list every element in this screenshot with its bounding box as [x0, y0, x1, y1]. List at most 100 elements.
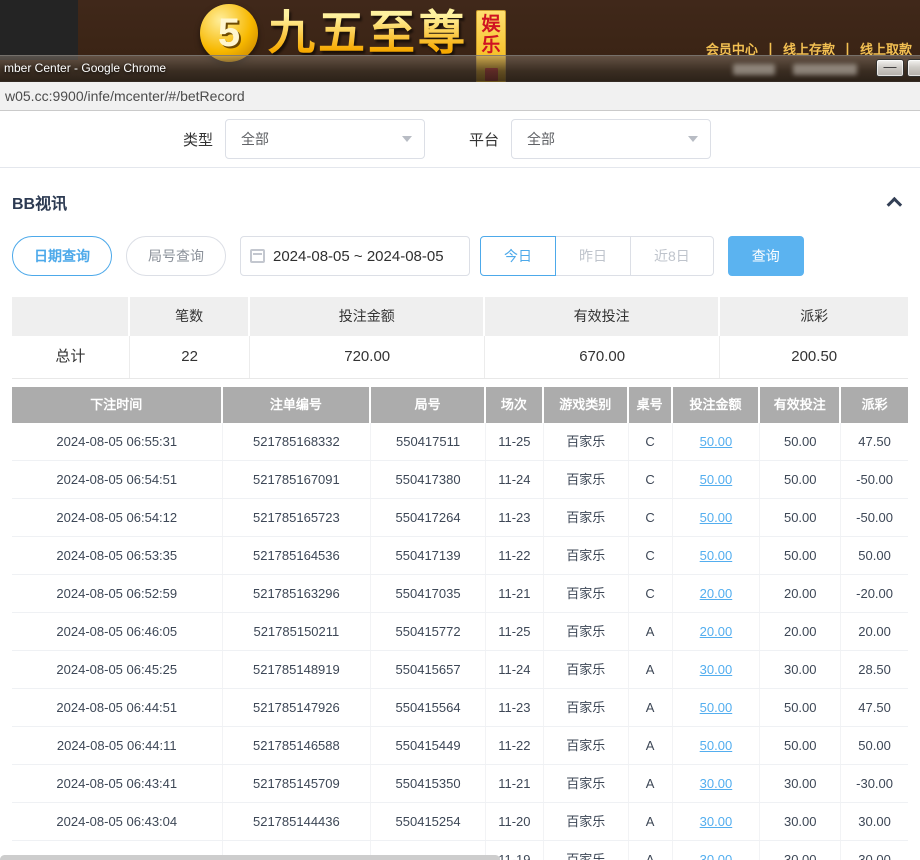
bet-record-table: 下注时间 注单编号 局号 场次 游戏类别 桌号 投注金额 有效投注 派彩 202… [12, 387, 908, 860]
cell-bet-time: 2024-08-05 06:54:12 [12, 499, 223, 536]
cell-round-no: 550415564 [371, 689, 486, 726]
bet-table-body: 2024-08-05 06:55:31 521785168332 5504175… [12, 423, 908, 860]
bet-amount-link[interactable]: 50.00 [700, 434, 733, 449]
horizontal-scrollbar-thumb[interactable] [0, 855, 500, 860]
summary-total-row: 总计 22 720.00 670.00 200.50 [12, 336, 908, 379]
type-select[interactable]: 全部 [225, 119, 425, 159]
url-bar[interactable]: w05.cc:9900/infe/mcenter/#/betRecord [0, 82, 920, 111]
cell-session: 11-22 [486, 537, 544, 574]
today-button[interactable]: 今日 [480, 236, 556, 276]
cell-session: 11-21 [486, 765, 544, 802]
bet-amount-link[interactable]: 50.00 [700, 548, 733, 563]
bet-amount-link[interactable]: 30.00 [700, 814, 733, 829]
cell-order-no: 521785168332 [223, 423, 372, 460]
cell-session: 11-23 [486, 689, 544, 726]
platform-select-value: 全部 [527, 129, 555, 149]
platform-select[interactable]: 全部 [511, 119, 711, 159]
cell-table-no: C [629, 499, 673, 536]
summary-header-row: 笔数 投注金额 有效投注 派彩 [12, 297, 908, 336]
summary-header-bet-amount: 投注金额 [250, 297, 484, 336]
date-range-input[interactable]: 2024-08-05 ~ 2024-08-05 [240, 236, 470, 276]
cell-order-no: 521785164536 [223, 537, 372, 574]
bet-amount-link[interactable]: 30.00 [700, 852, 733, 860]
cell-game-type: 百家乐 [544, 651, 629, 688]
cell-table-no: A [629, 689, 673, 726]
cell-session: 11-24 [486, 651, 544, 688]
cell-session: 11-21 [486, 575, 544, 612]
cell-payout: -20.00 [841, 575, 908, 612]
bet-amount-link[interactable]: 20.00 [700, 586, 733, 601]
popup-window: mber Center - Google Chrome — w05.cc:990… [0, 55, 920, 860]
cell-payout: 20.00 [841, 613, 908, 650]
cell-bet-time: 2024-08-05 06:54:51 [12, 461, 223, 498]
cell-order-no: 521785145709 [223, 765, 372, 802]
col-header-round-no: 局号 [371, 387, 486, 423]
summary-payout-value: 200.50 [720, 336, 908, 378]
chevron-down-icon [402, 136, 412, 142]
cell-valid-bet: 50.00 [760, 537, 841, 574]
cell-payout: 30.00 [841, 841, 908, 860]
cell-table-no: C [629, 423, 673, 460]
date-query-tab[interactable]: 日期查询 [12, 236, 112, 276]
cell-valid-bet: 50.00 [760, 461, 841, 498]
section-title: BB视讯 [12, 190, 67, 214]
cell-bet-time: 2024-08-05 06:44:11 [12, 727, 223, 764]
bet-amount-link[interactable]: 50.00 [700, 510, 733, 525]
cell-payout: -30.00 [841, 765, 908, 802]
cell-order-no: 521785147926 [223, 689, 372, 726]
chevron-down-icon [688, 136, 698, 142]
cell-table-no: A [629, 841, 673, 860]
cell-payout: 47.50 [841, 689, 908, 726]
round-query-tab[interactable]: 局号查询 [126, 236, 226, 276]
table-row: 2024-08-05 06:52:59 521785163296 5504170… [12, 575, 908, 613]
summary-header-payout: 派彩 [720, 297, 908, 336]
logo-brand-text: 九五至尊 [268, 4, 468, 62]
bet-amount-link[interactable]: 30.00 [700, 662, 733, 677]
cell-game-type: 百家乐 [544, 575, 629, 612]
cell-payout: 28.50 [841, 651, 908, 688]
summary-bet-amount-value: 720.00 [250, 336, 484, 378]
col-header-order-no: 注单编号 [223, 387, 372, 423]
minimize-button[interactable]: — [876, 59, 904, 77]
search-button[interactable]: 查询 [728, 236, 804, 276]
cell-bet-time: 2024-08-05 06:46:05 [12, 613, 223, 650]
cell-table-no: C [629, 461, 673, 498]
table-row: 2024-08-05 06:54:12 521785165723 5504172… [12, 499, 908, 537]
bet-amount-link[interactable]: 50.00 [700, 700, 733, 715]
window-titlebar[interactable]: mber Center - Google Chrome — [0, 55, 920, 82]
cell-order-no: 521785150211 [223, 613, 372, 650]
section-header: BB视讯 [0, 168, 920, 214]
page-content: 类型 全部 平台 全部 BB视讯 日期查询 局号查询 2024-08-05 ~ … [0, 111, 920, 860]
bet-amount-link[interactable]: 20.00 [700, 624, 733, 639]
cell-bet-time: 2024-08-05 06:43:04 [12, 803, 223, 840]
bet-amount-link[interactable]: 50.00 [700, 738, 733, 753]
cell-session: 11-25 [486, 423, 544, 460]
summary-header-blank [12, 297, 130, 336]
header-black-panel [0, 0, 78, 60]
table-row: 2024-08-05 06:46:05 521785150211 5504157… [12, 613, 908, 651]
cell-payout: 30.00 [841, 803, 908, 840]
cell-table-no: A [629, 765, 673, 802]
cell-table-no: C [629, 537, 673, 574]
table-row: 2024-08-05 06:43:04 521785144436 5504152… [12, 803, 908, 841]
badge-char-2: 乐 [481, 35, 500, 56]
summary-valid-bet-value: 670.00 [485, 336, 720, 378]
last-8-days-button[interactable]: 近8日 [630, 236, 714, 276]
summary-header-count: 笔数 [130, 297, 251, 336]
cell-valid-bet: 30.00 [760, 651, 841, 688]
col-header-bet-amount: 投注金额 [673, 387, 761, 423]
cell-bet-time: 2024-08-05 06:52:59 [12, 575, 223, 612]
table-row: 2024-08-05 06:53:35 521785164536 5504171… [12, 537, 908, 575]
redacted-balance-info [793, 64, 857, 75]
cell-payout: 47.50 [841, 423, 908, 460]
bet-amount-link[interactable]: 30.00 [700, 776, 733, 791]
collapse-chevron-up-icon[interactable] [887, 196, 903, 212]
maximize-button[interactable] [907, 59, 920, 77]
cell-payout: 50.00 [841, 727, 908, 764]
table-row: 2024-08-05 06:54:51 521785167091 5504173… [12, 461, 908, 499]
summary-header-valid-bet: 有效投注 [485, 297, 720, 336]
bet-amount-link[interactable]: 50.00 [700, 472, 733, 487]
yesterday-button[interactable]: 昨日 [555, 236, 631, 276]
cell-game-type: 百家乐 [544, 537, 629, 574]
table-row: 2024-08-05 06:44:11 521785146588 5504154… [12, 727, 908, 765]
